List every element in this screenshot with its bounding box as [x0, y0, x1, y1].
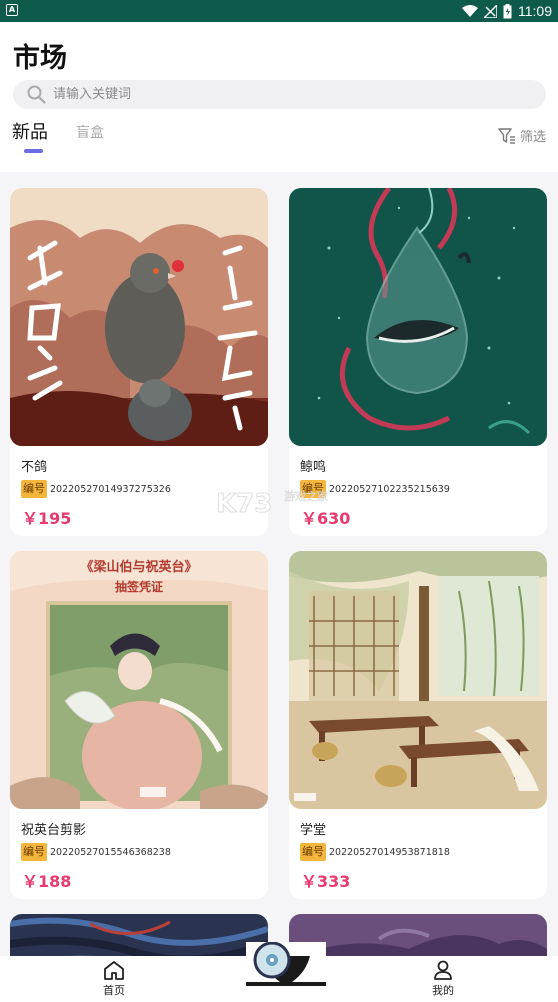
- serial-badge: 编号: [300, 843, 326, 861]
- product-image[interactable]: [289, 188, 547, 446]
- product-card[interactable]: 鲸鸣 编号 20220527102235215639 ￥630: [289, 188, 547, 536]
- tab-blindbox[interactable]: 盲盒: [76, 122, 104, 142]
- product-image[interactable]: 《梁山伯与祝英台》 抽签凭证: [10, 551, 268, 809]
- nav-me[interactable]: 我的: [413, 960, 473, 998]
- search-icon: [27, 85, 46, 104]
- home-icon: [104, 961, 124, 980]
- page-title: 市场: [13, 43, 67, 74]
- product-name: 鲸鸣: [300, 460, 327, 475]
- tab-indicator: [24, 149, 43, 153]
- product-price: ￥195: [22, 509, 72, 528]
- filter-icon: [498, 127, 515, 144]
- watermark-logo: K73 游戏之家: [216, 489, 329, 519]
- clock: 11:09: [518, 3, 552, 19]
- bottom-nav: 首页 我的: [0, 942, 558, 1002]
- user-icon: [434, 960, 452, 980]
- app-notification-icon: A: [6, 4, 18, 16]
- battery-icon: [503, 3, 512, 18]
- watermark-sub: 游戏之家: [284, 489, 328, 503]
- serial-number: 20220527102235215639: [329, 483, 450, 495]
- search-input[interactable]: [53, 80, 513, 109]
- product-card[interactable]: 《梁山伯与祝英台》 抽签凭证 祝英台剪影 编号 2022052701554636…: [10, 551, 268, 899]
- tab-new[interactable]: 新品: [12, 118, 48, 144]
- product-serial: 编号 20220527015546368238: [21, 843, 171, 861]
- product-card[interactable]: 不鸽 编号 20220527014937275326 ￥195: [10, 188, 268, 536]
- header: 市场 新品 盲盒 筛选: [0, 22, 558, 172]
- serial-number: 20220527014937275326: [50, 483, 171, 495]
- serial-number: 20220527015546368238: [50, 846, 171, 858]
- nav-home-label: 首页: [103, 984, 125, 997]
- center-disc-button[interactable]: [246, 942, 326, 986]
- product-price: ￥333: [301, 872, 351, 891]
- nav-home[interactable]: 首页: [84, 960, 144, 998]
- watermark-brand: K73: [216, 489, 272, 518]
- product-card[interactable]: 学堂 编号 20220527014953871818 ￥333: [289, 551, 547, 899]
- status-bar: A 11:09: [0, 0, 558, 22]
- product-image[interactable]: [10, 188, 268, 446]
- serial-number: 20220527014953871818: [329, 846, 450, 858]
- serial-badge: 编号: [21, 480, 47, 498]
- banner-subtitle: 抽签凭证: [115, 579, 163, 594]
- product-serial: 编号 20220527014937275326: [21, 480, 171, 498]
- filter-button[interactable]: 筛选: [498, 126, 546, 145]
- product-name: 学堂: [300, 823, 327, 838]
- nav-me-label: 我的: [432, 984, 454, 997]
- signal-icon: [484, 4, 497, 18]
- product-name: 不鸽: [21, 460, 48, 475]
- serial-badge: 编号: [21, 843, 47, 861]
- product-image[interactable]: [289, 551, 547, 809]
- banner-title: 《梁山伯与祝英台》: [80, 559, 197, 575]
- wifi-icon: [462, 5, 478, 17]
- search-bar[interactable]: [13, 80, 546, 109]
- product-serial: 编号 20220527014953871818: [300, 843, 450, 861]
- filter-label: 筛选: [519, 130, 546, 145]
- product-price: ￥188: [22, 872, 72, 891]
- product-name: 祝英台剪影: [21, 823, 87, 838]
